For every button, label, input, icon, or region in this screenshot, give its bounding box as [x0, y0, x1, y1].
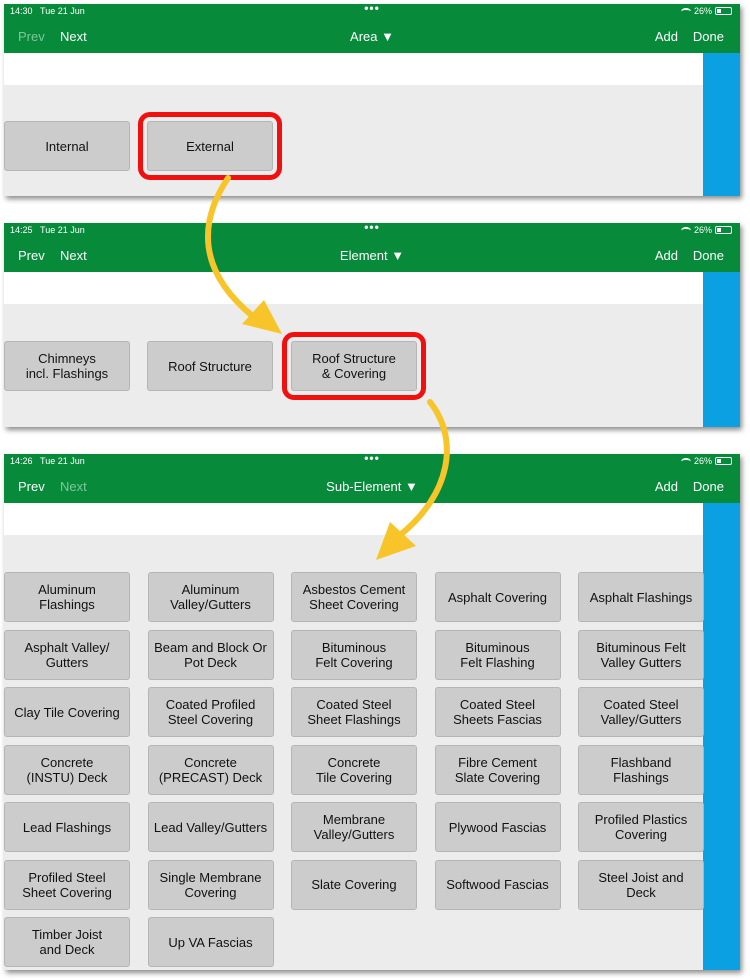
- done-button[interactable]: Done: [693, 29, 724, 44]
- element-dropdown[interactable]: Element ▼: [340, 248, 404, 263]
- add-button[interactable]: Add: [655, 248, 678, 263]
- status-time: 14:25 Tue 21 Jun: [10, 225, 85, 235]
- element-screen: 14:25 Tue 21 Jun ••• 26% Prev Next Eleme…: [4, 223, 740, 427]
- sub-element-option[interactable]: Fibre Cement Slate Covering: [434, 744, 561, 795]
- sub-element-option[interactable]: Coated Steel Sheets Fascias: [434, 687, 561, 737]
- battery-status: 26%: [680, 6, 732, 16]
- top-bar: 14:25 Tue 21 Jun ••• 26% Prev Next Eleme…: [4, 223, 740, 272]
- battery-icon: [715, 7, 732, 15]
- battery-icon: [715, 457, 732, 465]
- multitask-dots-icon[interactable]: •••: [364, 223, 380, 234]
- wifi-icon: [680, 457, 691, 465]
- option-chimneys[interactable]: Chimneys incl. Flashings: [4, 341, 130, 391]
- option-internal[interactable]: Internal: [4, 121, 130, 171]
- battery-icon: [715, 226, 732, 234]
- sub-element-dropdown[interactable]: Sub-Element ▼: [326, 479, 418, 494]
- sub-element-option[interactable]: Lead Flashings: [4, 802, 130, 852]
- sub-element-option[interactable]: Concrete (PRECAST) Deck: [147, 744, 274, 795]
- wifi-icon: [680, 226, 691, 234]
- sub-element-option[interactable]: Steel Joist and Deck: [578, 859, 704, 910]
- status-time: 14:30 Tue 21 Jun: [10, 6, 85, 16]
- sub-element-option[interactable]: Softwood Fascias: [434, 859, 561, 910]
- sub-element-option[interactable]: Flashband Flashings: [578, 744, 704, 795]
- sub-element-screen: 14:26 Tue 21 Jun ••• 26% Prev Next Sub-E…: [4, 454, 740, 970]
- battery-status: 26%: [680, 456, 732, 466]
- top-bar: 14:30 Tue 21 Jun ••• 26% Prev Next Area …: [4, 4, 740, 53]
- sub-element-option[interactable]: Asbestos Cement Sheet Covering: [291, 572, 417, 622]
- next-button[interactable]: Next: [60, 29, 87, 44]
- sub-element-option[interactable]: Coated Steel Valley/Gutters: [578, 687, 704, 737]
- status-time: 14:26 Tue 21 Jun: [10, 456, 85, 466]
- sub-element-option[interactable]: Single Membrane Covering: [147, 859, 274, 910]
- sub-element-option[interactable]: Asphalt Covering: [434, 572, 561, 622]
- sub-element-option[interactable]: Concrete (INSTU) Deck: [4, 744, 130, 795]
- side-panel[interactable]: [703, 53, 740, 196]
- sub-element-option[interactable]: Membrane Valley/Gutters: [291, 802, 417, 852]
- sub-element-option[interactable]: Up VA Fascias: [147, 917, 274, 967]
- sub-element-option[interactable]: Bituminous Felt Covering: [291, 629, 417, 680]
- side-panel[interactable]: [703, 272, 740, 427]
- sub-element-option[interactable]: Concrete Tile Covering: [291, 744, 417, 795]
- option-roof-structure[interactable]: Roof Structure: [147, 341, 273, 391]
- search-bar[interactable]: [4, 272, 740, 304]
- sub-element-option[interactable]: Coated Steel Sheet Flashings: [291, 687, 417, 737]
- prev-button[interactable]: Prev: [18, 248, 45, 263]
- sub-element-option[interactable]: Bituminous Felt Flashing: [434, 629, 561, 680]
- sub-element-option[interactable]: Aluminum Valley/Gutters: [147, 572, 274, 622]
- status-bar: 14:26 Tue 21 Jun ••• 26%: [4, 454, 740, 468]
- sub-element-option[interactable]: Profiled Plastics Covering: [578, 802, 704, 852]
- sub-element-option[interactable]: Aluminum Flashings: [4, 572, 130, 622]
- multitask-dots-icon[interactable]: •••: [364, 4, 380, 15]
- sub-element-option[interactable]: Plywood Fascias: [434, 802, 561, 852]
- battery-status: 26%: [680, 225, 732, 235]
- multitask-dots-icon[interactable]: •••: [364, 454, 380, 465]
- search-bar[interactable]: [4, 503, 740, 535]
- sub-element-option[interactable]: Bituminous Felt Valley Gutters: [578, 629, 704, 680]
- next-button[interactable]: Next: [60, 479, 87, 494]
- sub-element-option[interactable]: Beam and Block Or Pot Deck: [147, 629, 274, 680]
- prev-button[interactable]: Prev: [18, 479, 45, 494]
- side-panel[interactable]: [703, 503, 740, 970]
- sub-element-option[interactable]: Asphalt Valley/ Gutters: [4, 629, 130, 680]
- status-bar: 14:30 Tue 21 Jun ••• 26%: [4, 4, 740, 18]
- option-external[interactable]: External: [138, 112, 282, 180]
- wifi-icon: [680, 7, 691, 15]
- search-bar[interactable]: [4, 53, 740, 85]
- add-button[interactable]: Add: [655, 479, 678, 494]
- status-bar: 14:25 Tue 21 Jun ••• 26%: [4, 223, 740, 237]
- sub-element-option[interactable]: Asphalt Flashings: [578, 572, 704, 622]
- sub-element-option[interactable]: Clay Tile Covering: [4, 687, 130, 737]
- sub-element-option[interactable]: Timber Joist and Deck: [4, 917, 130, 967]
- add-button[interactable]: Add: [655, 29, 678, 44]
- area-screen: 14:30 Tue 21 Jun ••• 26% Prev Next Area …: [4, 4, 740, 196]
- next-button[interactable]: Next: [60, 248, 87, 263]
- area-dropdown[interactable]: Area ▼: [350, 29, 394, 44]
- sub-element-option[interactable]: Slate Covering: [291, 859, 417, 910]
- sub-element-option[interactable]: Coated Profiled Steel Covering: [147, 687, 274, 737]
- option-roof-structure-covering[interactable]: Roof Structure & Covering: [282, 332, 426, 400]
- done-button[interactable]: Done: [693, 479, 724, 494]
- sub-element-option[interactable]: Profiled Steel Sheet Covering: [4, 859, 130, 910]
- prev-button[interactable]: Prev: [18, 29, 45, 44]
- sub-element-option[interactable]: Lead Valley/Gutters: [147, 802, 274, 852]
- done-button[interactable]: Done: [693, 248, 724, 263]
- top-bar: 14:26 Tue 21 Jun ••• 26% Prev Next Sub-E…: [4, 454, 740, 503]
